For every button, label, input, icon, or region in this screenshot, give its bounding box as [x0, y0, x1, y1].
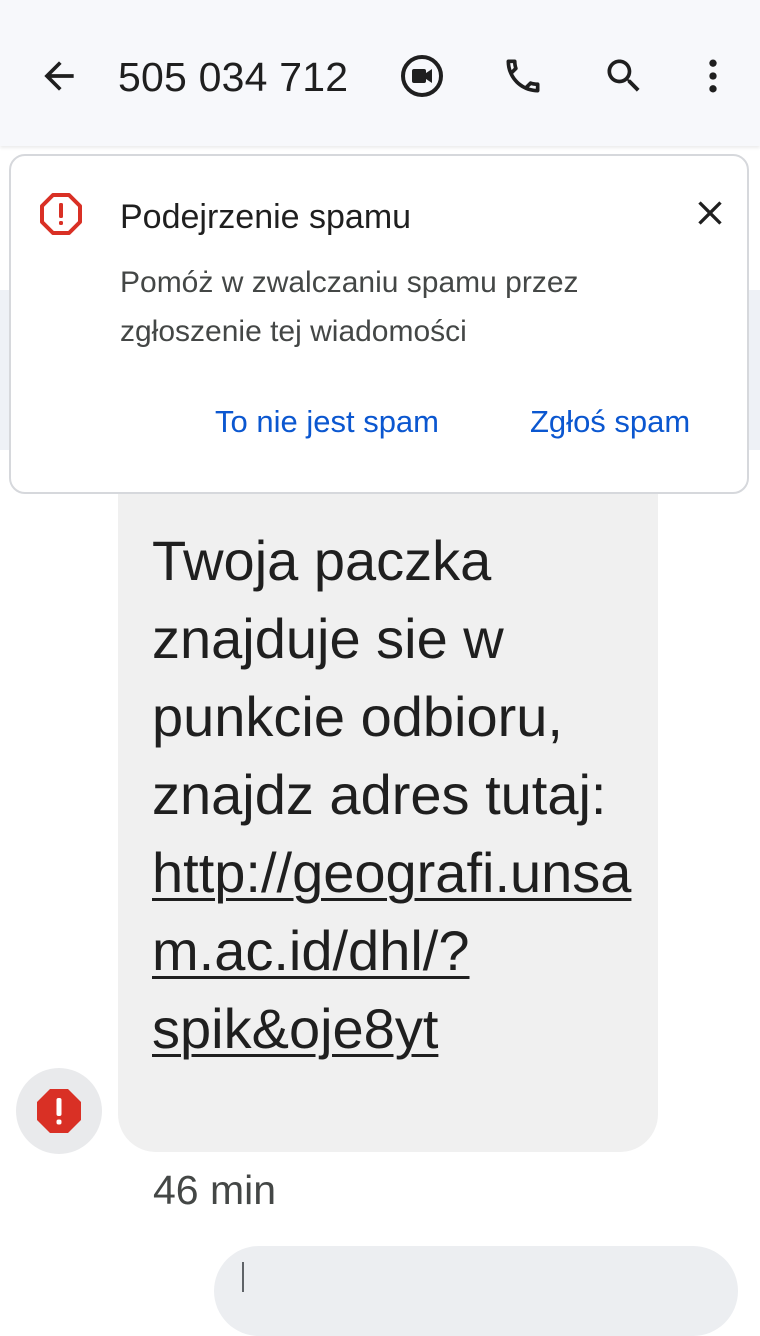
spam-warning-icon	[40, 193, 82, 235]
spam-alert-icon	[37, 1089, 81, 1133]
spam-warning-banner: Podejrzenie spamu Pomóż w zwalczaniu spa…	[9, 154, 749, 494]
top-app-bar: 505 034 712	[0, 0, 760, 146]
message-text: Twoja paczka znajduje sie w punkcie odbi…	[152, 522, 642, 1068]
search-button[interactable]	[594, 46, 654, 106]
conversation-title: 505 034 712	[118, 54, 349, 100]
message-bubble[interactable]: Twoja paczka znajduje sie w punkcie odbi…	[118, 450, 658, 1152]
video-call-button[interactable]	[392, 46, 452, 106]
message-timestamp: 46 min	[153, 1167, 277, 1213]
video-call-icon	[401, 55, 443, 97]
more-options-button[interactable]	[683, 46, 743, 106]
search-icon	[607, 59, 640, 92]
spam-banner-heading: Podejrzenie spamu	[120, 198, 412, 236]
close-icon	[698, 201, 722, 225]
compose-message-field[interactable]	[214, 1246, 738, 1336]
report-spam-button[interactable]: Zgłoś spam	[530, 402, 690, 442]
message-body: Twoja paczka znajduje sie w punkcie odbi…	[152, 529, 607, 826]
phone-call-button[interactable]	[493, 46, 553, 106]
message-link[interactable]: http://geografi.unsam.ac.id/dhl/?spik&oj…	[152, 841, 631, 1060]
dismiss-banner-button[interactable]	[687, 190, 733, 236]
phone-icon	[506, 59, 540, 93]
text-cursor	[242, 1262, 244, 1292]
not-spam-button[interactable]: To nie jest spam	[215, 402, 439, 442]
spam-banner-description: Pomóż w zwalczaniu spamu przez zgłoszeni…	[120, 266, 579, 348]
arrow-back-icon	[44, 61, 74, 91]
more-vert-icon	[709, 59, 717, 93]
sender-avatar[interactable]	[16, 1068, 102, 1154]
back-button[interactable]	[29, 46, 89, 106]
